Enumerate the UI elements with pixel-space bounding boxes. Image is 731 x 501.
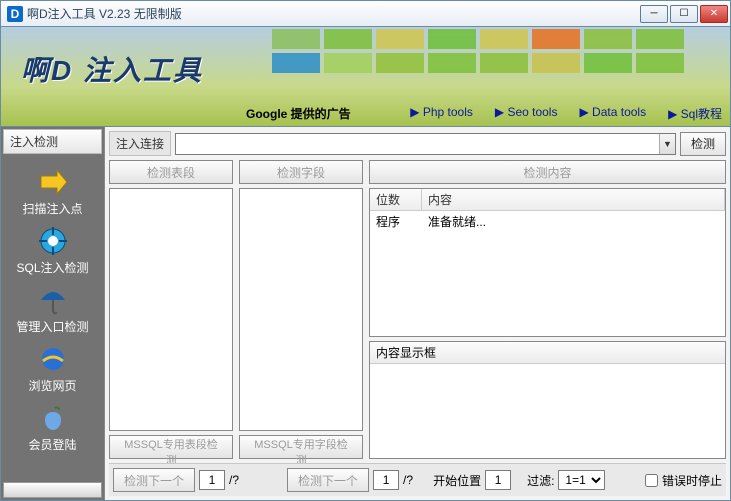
banner: 啊D 注入工具 Google 提供的广告 ▶ Php tools ▶ Seo to… [0, 27, 731, 127]
slash-label: /? [229, 473, 239, 487]
banner-link[interactable]: ▶ Seo tools [495, 105, 558, 122]
ie-icon [37, 343, 69, 375]
banner-link[interactable]: ▶ Data tools [579, 105, 646, 122]
mssql-table-button[interactable]: MSSQL专用表段检测 [109, 435, 233, 459]
grid-col-bits: 位数 [370, 189, 422, 210]
banner-link[interactable]: ▶ Php tools [410, 105, 473, 122]
detect-table-button[interactable]: 检测表段 [109, 160, 233, 184]
error-stop-label: 错误时停止 [662, 472, 722, 489]
detect-content-button[interactable]: 检测内容 [369, 160, 726, 184]
sidebar-item-browse[interactable]: 浏览网页 [1, 337, 104, 396]
sidebar-item-sql[interactable]: SQL注入检测 [1, 219, 104, 278]
detect-button[interactable]: 检测 [680, 132, 726, 156]
start-pos-input[interactable] [485, 470, 511, 490]
table-row[interactable]: 程序 准备就绪... [370, 211, 725, 232]
conn-input[interactable] [176, 134, 659, 154]
maximize-button[interactable]: ☐ [670, 5, 698, 23]
window-title: 啊D注入工具 V2.23 无限制版 [27, 5, 640, 22]
grid-cell: 程序 [370, 211, 422, 232]
sidebar-footer[interactable] [3, 482, 102, 498]
banner-links: ▶ Php tools ▶ Seo tools ▶ Data tools ▶ Sql教… [410, 105, 722, 122]
banner-link[interactable]: ▶ Sql教程 [668, 105, 722, 122]
slash-label-2: /? [403, 473, 413, 487]
banner-blocks [270, 27, 700, 75]
bottom-bar: 检测下一个 /? 检测下一个 /? 开始位置 过滤: 1=1 错误时停止 [109, 463, 726, 496]
umbrella-icon [37, 284, 69, 316]
error-stop-input[interactable] [645, 474, 658, 487]
detect-next-button-2[interactable]: 检测下一个 [287, 468, 369, 492]
close-button[interactable]: ✕ [700, 5, 728, 23]
display-header: 内容显示框 [370, 342, 725, 364]
titlebar: D 啊D注入工具 V2.23 无限制版 ─ ☐ ✕ [0, 0, 731, 27]
conn-label: 注入连接 [109, 131, 171, 156]
brand-title: 啊D 注入工具 [21, 49, 203, 89]
start-pos-label: 开始位置 [433, 472, 481, 489]
grid-col-content: 内容 [422, 189, 725, 210]
sidebar-item-label: 会员登陆 [1, 436, 104, 453]
main-panel: 注入连接 ▼ 检测 检测表段 MSSQL专用表段检测 检测字段 MSSQL专用字… [105, 127, 730, 500]
arrow-right-icon [37, 166, 69, 198]
sidebar-item-label: 扫描注入点 [1, 200, 104, 217]
page-current-2[interactable] [373, 470, 399, 490]
page-current[interactable] [199, 470, 225, 490]
display-box[interactable]: 内容显示框 [369, 341, 726, 459]
apple-icon [37, 402, 69, 434]
mssql-field-button[interactable]: MSSQL专用字段检测 [239, 435, 363, 459]
grid-cell: 准备就绪... [422, 211, 725, 232]
sidebar-item-scan[interactable]: 扫描注入点 [1, 160, 104, 219]
minimize-button[interactable]: ─ [640, 5, 668, 23]
sidebar-item-label: SQL注入检测 [1, 259, 104, 276]
sidebar-header[interactable]: 注入检测 [3, 129, 102, 154]
sidebar-item-label: 浏览网页 [1, 377, 104, 394]
table-list[interactable] [109, 188, 233, 431]
filter-select[interactable]: 1=1 [558, 470, 605, 490]
dropdown-icon[interactable]: ▼ [659, 134, 675, 154]
app-icon: D [7, 6, 23, 22]
error-stop-checkbox[interactable]: 错误时停止 [645, 472, 722, 489]
detect-next-button[interactable]: 检测下一个 [113, 468, 195, 492]
sidebar-item-admin[interactable]: 管理入口检测 [1, 278, 104, 337]
sidebar: 注入检测 扫描注入点 SQL注入检测 管理入口检测 浏览网页 会员登陆 [1, 127, 105, 500]
filter-label: 过滤: [527, 472, 554, 489]
sidebar-item-label: 管理入口检测 [1, 318, 104, 335]
conn-combo[interactable]: ▼ [175, 133, 676, 155]
detect-field-button[interactable]: 检测字段 [239, 160, 363, 184]
target-icon [37, 225, 69, 257]
sponsor-label: Google 提供的广告 [246, 105, 351, 122]
sidebar-item-login[interactable]: 会员登陆 [1, 396, 104, 455]
content-grid[interactable]: 位数 内容 程序 准备就绪... [369, 188, 726, 337]
field-list[interactable] [239, 188, 363, 431]
